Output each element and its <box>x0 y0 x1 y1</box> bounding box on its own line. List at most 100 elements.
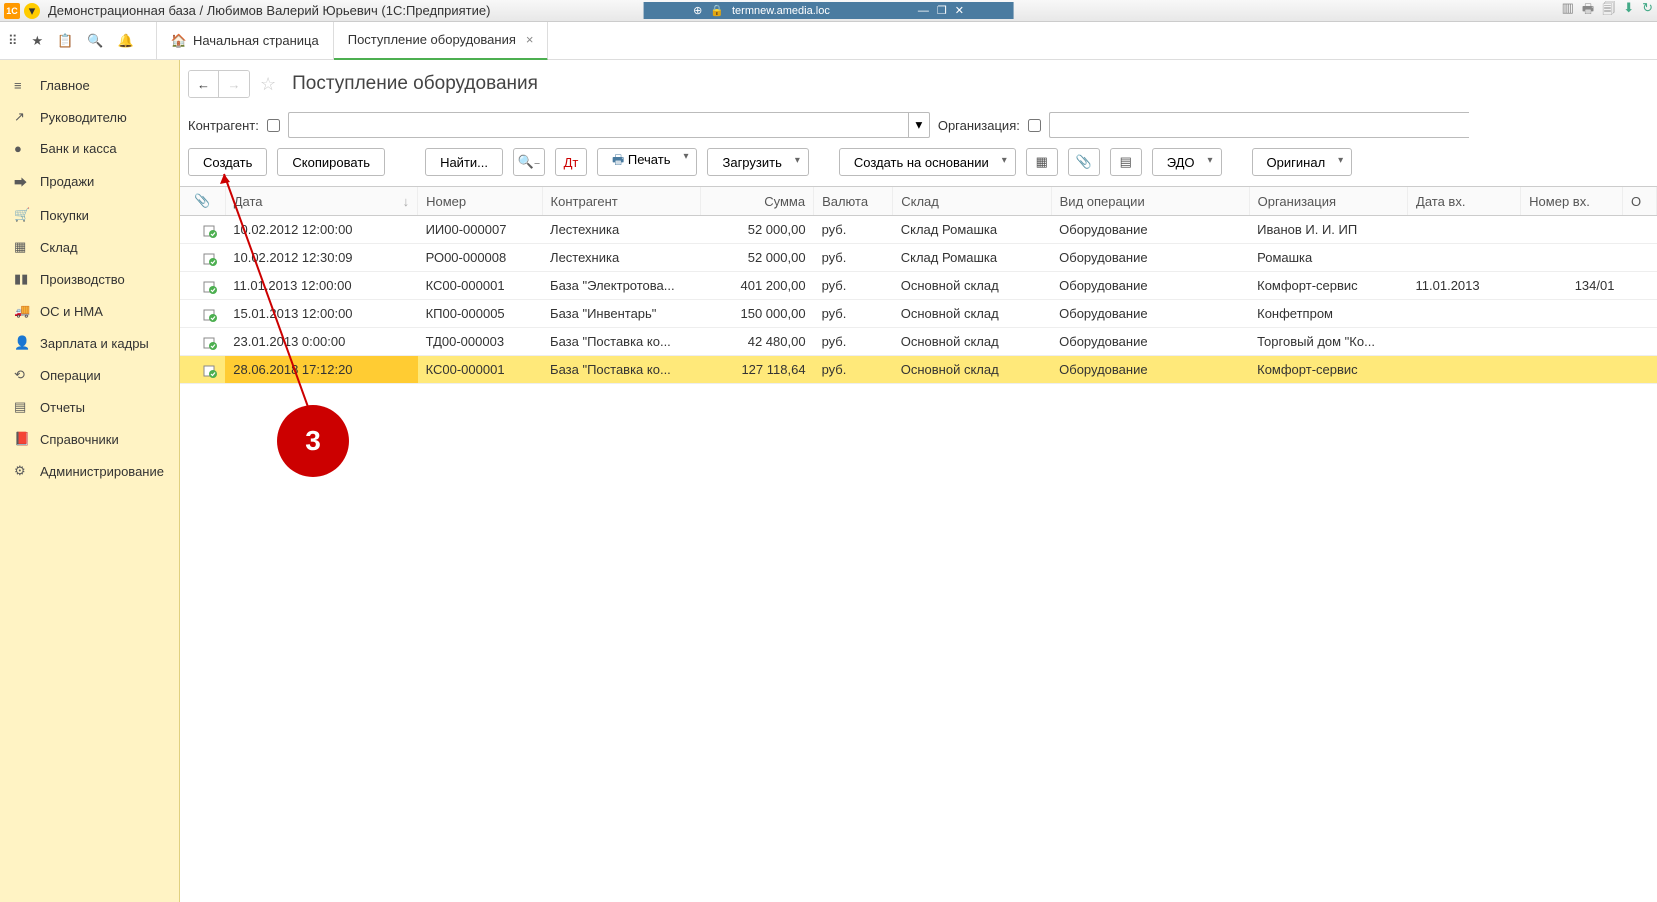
icon-button-1[interactable]: ▦ <box>1026 148 1058 176</box>
sidebar-item-icon: ⟲ <box>14 367 30 383</box>
titlebar-icon-5[interactable]: ↻ <box>1642 0 1653 22</box>
organization-filter-checkbox[interactable] <box>1028 119 1041 132</box>
attachment-button[interactable]: 📎 <box>1068 148 1100 176</box>
col-number[interactable]: Номер <box>418 187 542 216</box>
top-toolbar: ⠿ ★ 📋 🔍 🔔 🏠 Начальная страница Поступлен… <box>0 22 1657 60</box>
titlebar-icon-3[interactable]: 🗐 <box>1602 0 1615 22</box>
col-last[interactable]: О <box>1622 187 1656 216</box>
sidebar-item[interactable]: ▦Склад <box>0 231 179 263</box>
col-contractor[interactable]: Контрагент <box>542 187 700 216</box>
cell-date-in <box>1408 300 1521 328</box>
minimize-icon[interactable]: — <box>918 5 929 17</box>
col-date-in[interactable]: Дата вх. <box>1408 187 1521 216</box>
search-icon[interactable]: 🔍 <box>87 33 103 49</box>
cell-contractor: Лестехника <box>542 244 700 272</box>
cancel-search-button[interactable]: 🔍₋ <box>513 148 545 176</box>
load-button[interactable]: Загрузить <box>707 148 808 176</box>
cell-operation: Оборудование <box>1051 300 1249 328</box>
print-icon[interactable]: 🖶 <box>1582 0 1594 22</box>
app-menu-dropdown[interactable]: ▾ <box>24 3 40 19</box>
sidebar-item[interactable]: ▤Отчеты <box>0 391 179 423</box>
col-attachment[interactable]: 📎 <box>180 187 225 216</box>
col-operation[interactable]: Вид операции <box>1051 187 1249 216</box>
sidebar-item[interactable]: ▮▮Производство <box>0 263 179 295</box>
edo-button[interactable]: ЭДО <box>1152 148 1222 176</box>
titlebar-icon-1[interactable]: ▥ <box>1562 0 1574 22</box>
sidebar-item[interactable]: ↗Руководителю <box>0 101 179 133</box>
cell-organization: Иванов И. И. ИП <box>1249 216 1407 244</box>
sidebar-item[interactable]: ●Банк и касса <box>0 133 179 164</box>
documents-table: 📎 Дата↓ Номер Контрагент Сумма Валюта Ск… <box>180 187 1657 384</box>
nav-back-button[interactable]: ← <box>189 71 219 97</box>
print-button[interactable]: 🖶 Печать <box>597 148 697 176</box>
table-row[interactable]: 10.02.2012 12:30:09РО00-000008Лестехника… <box>180 244 1657 272</box>
sidebar-item[interactable]: ≡Главное <box>0 70 179 101</box>
annotation-label: 3 <box>305 425 321 457</box>
table-row[interactable]: 15.01.2013 12:00:00КП00-000005База "Инве… <box>180 300 1657 328</box>
col-organization[interactable]: Организация <box>1249 187 1407 216</box>
sidebar-item-icon: ⮕ <box>14 172 30 191</box>
sidebar-item-icon: ▮▮ <box>14 271 30 287</box>
favorite-star-icon[interactable]: ☆ <box>260 74 276 95</box>
col-currency[interactable]: Валюта <box>814 187 893 216</box>
organization-filter-input[interactable] <box>1049 112 1469 138</box>
sidebar-item[interactable]: 🛒Покупки <box>0 199 179 231</box>
sidebar-item-icon: ▦ <box>14 239 30 255</box>
cell-last <box>1622 300 1656 328</box>
home-icon: 🏠 <box>171 33 187 49</box>
cell-organization: Ромашка <box>1249 244 1407 272</box>
cell-operation: Оборудование <box>1051 356 1249 384</box>
titlebar-icon-4[interactable]: ⬇ <box>1623 0 1634 22</box>
find-button[interactable]: Найти... <box>425 148 503 176</box>
original-button[interactable]: Оригинал <box>1252 148 1353 176</box>
app-logo-icon: 1C <box>4 3 20 19</box>
create-based-button[interactable]: Создать на основании <box>839 148 1016 176</box>
tab-close-icon[interactable]: × <box>526 32 534 47</box>
nav-forward-button[interactable]: → <box>219 71 249 97</box>
sidebar-item[interactable]: ⟲Операции <box>0 359 179 391</box>
contractor-filter-input[interactable] <box>288 112 908 138</box>
icon-button-3[interactable]: ▤ <box>1110 148 1142 176</box>
tab-home[interactable]: 🏠 Начальная страница <box>156 22 334 60</box>
sidebar-item-label: Главное <box>40 78 90 93</box>
sidebar-item[interactable]: ⮕Продажи <box>0 164 179 199</box>
col-number-in[interactable]: Номер вх. <box>1521 187 1623 216</box>
sidebar: ≡Главное↗Руководителю●Банк и касса⮕Прода… <box>0 60 180 902</box>
cell-date-in <box>1408 244 1521 272</box>
close-icon[interactable]: ✕ <box>955 4 964 17</box>
cell-number: ИИ00-000007 <box>418 216 542 244</box>
col-sum[interactable]: Сумма <box>700 187 813 216</box>
table-area: 📎 Дата↓ Номер Контрагент Сумма Валюта Ск… <box>180 186 1657 902</box>
cell-currency: руб. <box>814 272 893 300</box>
doc-status-icon <box>203 222 217 236</box>
tab-equipment-receipt[interactable]: Поступление оборудования × <box>334 22 549 61</box>
apps-icon[interactable]: ⠿ <box>8 33 18 49</box>
table-row[interactable]: 28.06.2018 17:12:20КС00-000001База "Пост… <box>180 356 1657 384</box>
contractor-filter-checkbox[interactable] <box>267 119 280 132</box>
sidebar-item[interactable]: 🚚ОС и НМА <box>0 295 179 327</box>
sidebar-item[interactable]: 📕Справочники <box>0 423 179 455</box>
sidebar-item-label: Администрирование <box>40 464 164 479</box>
cell-contractor: Лестехника <box>542 216 700 244</box>
cell-number-in <box>1521 300 1623 328</box>
cell-number-in <box>1521 216 1623 244</box>
dk-button[interactable]: Дт <box>555 148 587 176</box>
star-icon[interactable]: ★ <box>32 33 44 49</box>
restore-icon[interactable]: ❐ <box>937 4 947 17</box>
sidebar-item[interactable]: ⚙Администрирование <box>0 455 179 487</box>
cell-contractor: База "Электротова... <box>542 272 700 300</box>
sidebar-item-label: Руководителю <box>40 110 127 125</box>
cell-currency: руб. <box>814 356 893 384</box>
sidebar-item[interactable]: 👤Зарплата и кадры <box>0 327 179 359</box>
table-row[interactable]: 11.01.2013 12:00:00КС00-000001База "Элек… <box>180 272 1657 300</box>
page-title: Поступление оборудования <box>292 73 538 95</box>
cell-number-in <box>1521 356 1623 384</box>
cell-number-in <box>1521 244 1623 272</box>
bell-icon[interactable]: 🔔 <box>118 33 134 49</box>
cell-number: ТД00-000003 <box>418 328 542 356</box>
clipboard-icon[interactable]: 📋 <box>57 33 73 49</box>
table-row[interactable]: 23.01.2013 0:00:00ТД00-000003База "Поста… <box>180 328 1657 356</box>
contractor-dropdown-button[interactable]: ▾ <box>908 112 930 138</box>
table-row[interactable]: 10.02.2012 12:00:00ИИ00-000007Лестехника… <box>180 216 1657 244</box>
col-warehouse[interactable]: Склад <box>893 187 1051 216</box>
